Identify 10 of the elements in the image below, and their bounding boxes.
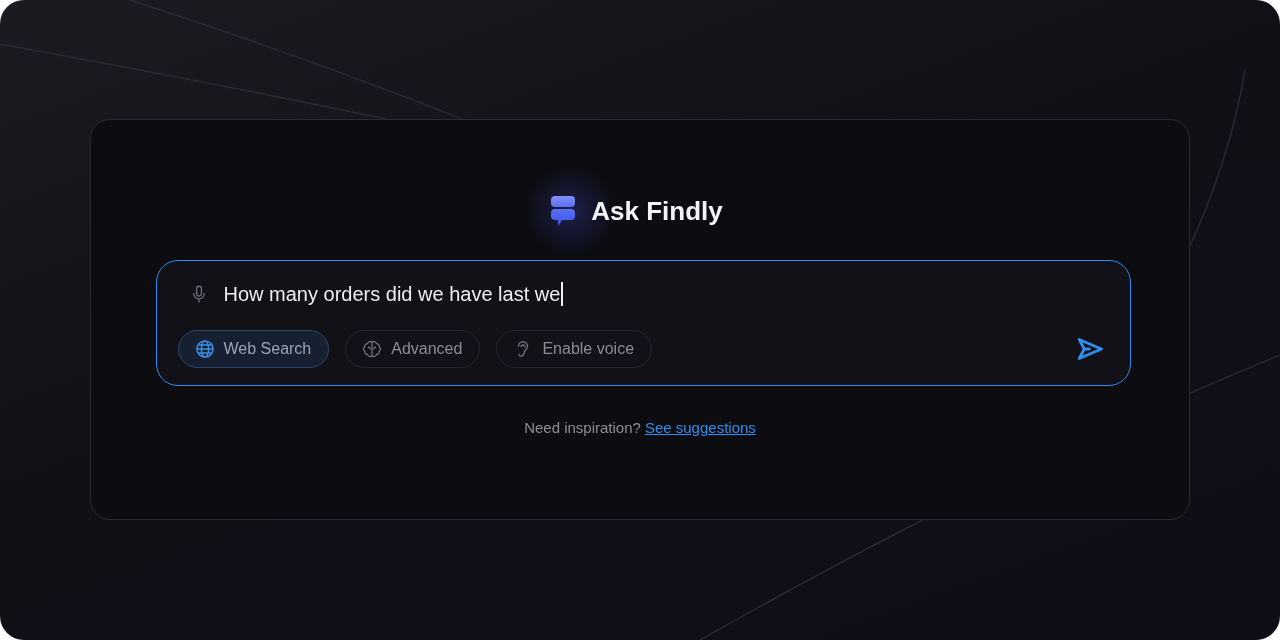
send-button[interactable] [1075,335,1104,363]
globe-icon [195,340,214,358]
suggestions-link[interactable]: See suggestions [644,419,756,436]
inspiration-prompt: Need inspiration? [524,419,641,436]
option-chip[interactable]: Web Search [177,330,330,368]
query-input[interactable]: How many orders did we have last we [223,279,1104,309]
app-title: Ask Findly [591,195,723,227]
logo-icon [551,196,576,226]
brain-icon [363,340,382,358]
send-icon [1075,335,1104,363]
